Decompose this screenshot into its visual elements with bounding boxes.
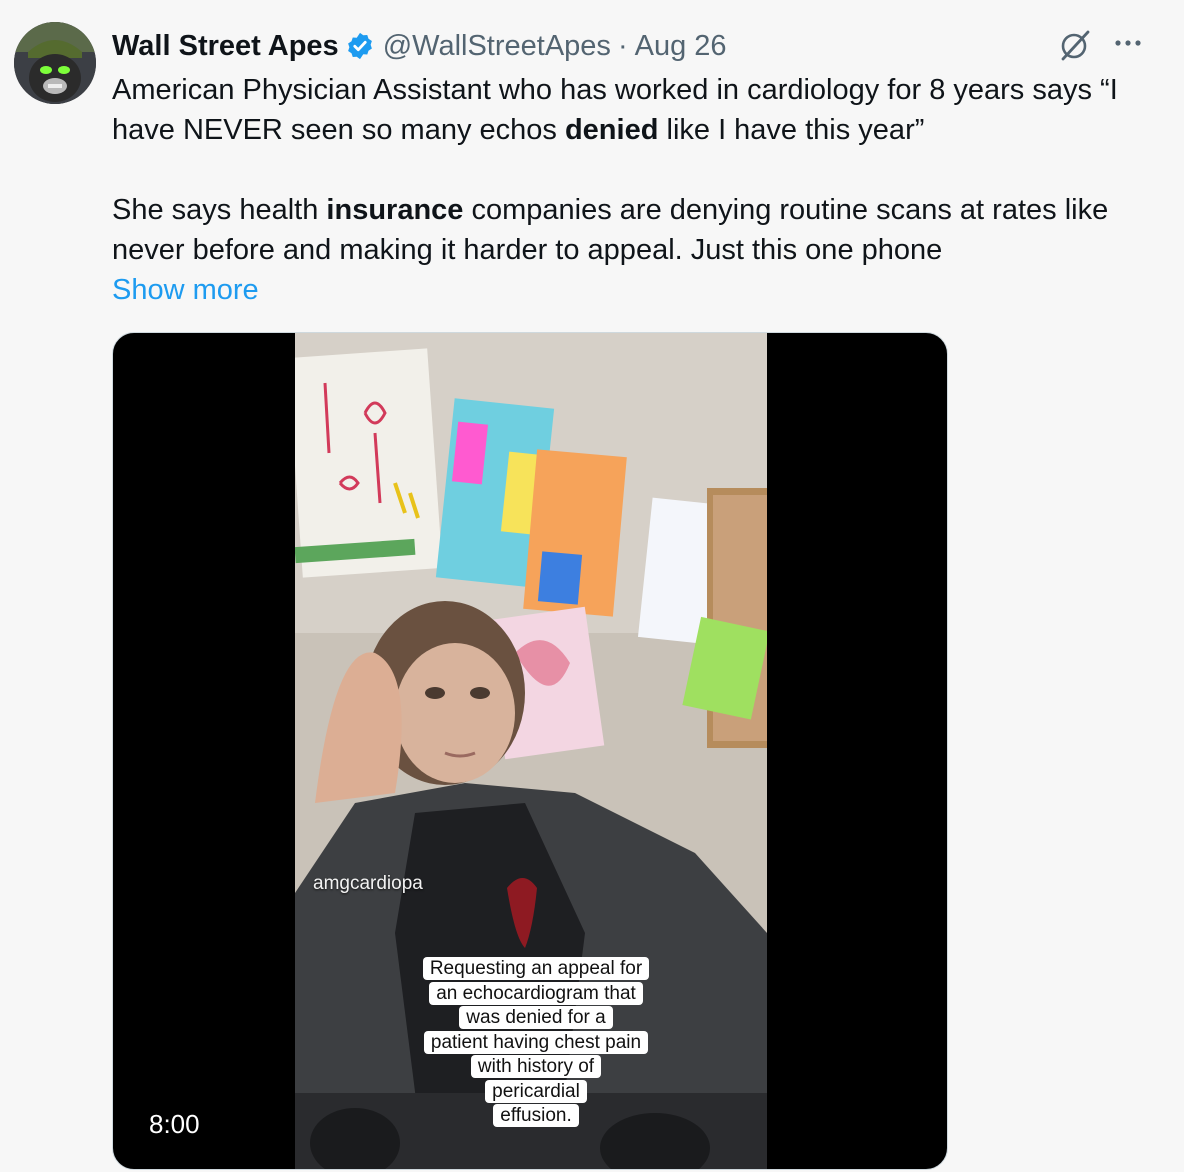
author-name[interactable]: Wall Street Apes (112, 30, 339, 63)
video-caption: Requesting an appeal for an echocardiogr… (391, 957, 681, 1129)
verified-badge-icon (345, 31, 375, 61)
video-player[interactable]: amgcardiopa Requesting an appeal for an … (112, 332, 948, 1170)
tweet-header: Wall Street Apes @WallStreetApes · Aug 2… (112, 26, 727, 66)
post-date[interactable]: Aug 26 (635, 30, 727, 63)
tweet-text: American Physician Assistant who has wor… (112, 70, 1132, 310)
video-duration: 8:00 (139, 1105, 210, 1144)
bold-insurance: insurance (326, 194, 464, 226)
caption-line: effusion. (493, 1104, 579, 1127)
caption-line: Requesting an appeal for (422, 957, 650, 980)
caption-line: pericardial (485, 1079, 587, 1103)
caption-line: with history of (470, 1055, 602, 1078)
grok-icon[interactable] (1058, 28, 1092, 62)
separator-dot: · (617, 29, 628, 62)
caption-line: an echocardiogram that (429, 981, 643, 1005)
tweet: Wall Street Apes @WallStreetApes · Aug 2… (0, 0, 1184, 1172)
show-more-link[interactable]: Show more (112, 274, 259, 306)
paragraph-2: She says health insurance companies are … (112, 194, 1109, 266)
caption-line: was denied for a (459, 1006, 613, 1029)
video-username-overlay: amgcardiopa (313, 873, 423, 894)
caption-line: patient having chest pain (423, 1030, 649, 1054)
bold-denied: denied (564, 114, 659, 146)
paragraph-1: American Physician Assistant who has wor… (112, 74, 1118, 146)
more-options-icon[interactable] (1110, 28, 1146, 58)
author-handle[interactable]: @WallStreetApes (383, 30, 611, 63)
video-frame[interactable]: amgcardiopa Requesting an appeal for an … (295, 333, 767, 1169)
avatar[interactable] (14, 22, 96, 104)
